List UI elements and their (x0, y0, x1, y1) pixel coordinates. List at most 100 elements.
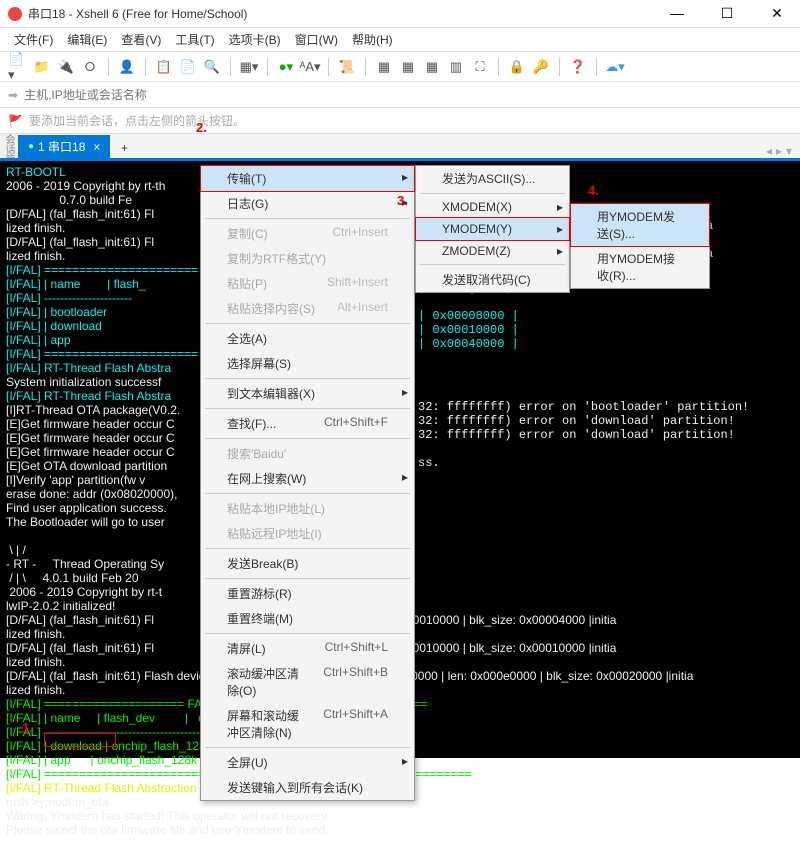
ctx-main-item[interactable]: 到文本编辑器(X)▸ (201, 381, 414, 406)
close-button[interactable]: ✕ (762, 5, 792, 22)
menu-item-label: 粘贴选择内容(S) (227, 300, 315, 317)
menu-item-label: 发送为ASCII(S)... (442, 170, 535, 187)
terminal-area[interactable]: RT-BOOTL2006 - 2019 Copyright by rt-th 0… (0, 158, 800, 758)
menu-item-label: YMODEM(Y) (442, 222, 512, 236)
ctx-main-item[interactable]: 屏幕和滚动缓冲区清除(N)Ctrl+Shift+A (201, 703, 414, 745)
ctx-main-item[interactable]: 在网上搜索(W)▸ (201, 466, 414, 491)
minimize-button[interactable]: — (662, 5, 692, 22)
terminal-line: 32: ffffffff) error on 'bootloader' part… (418, 400, 749, 414)
maximize-button[interactable]: ☐ (712, 5, 742, 22)
cloud-icon[interactable]: ☁▾ (605, 57, 625, 77)
context-menu-main: 传输(T)▸日志(G)▸ 复制(C)Ctrl+Insert 复制为RTF格式(Y) 粘… (200, 165, 415, 801)
profile-icon[interactable]: 👤 (117, 57, 137, 77)
ctx-main-item[interactable]: 重置游标(R) (201, 581, 414, 606)
ctx-main-item[interactable]: 日志(G)▸ (201, 191, 414, 216)
ctx-main-item[interactable]: 全选(A) (201, 326, 414, 351)
ctx-ymodem-item[interactable]: 用YMODEM发送(S)... (571, 204, 709, 246)
menu-shortcut: Alt+Insert (337, 300, 388, 317)
script-icon[interactable]: 📜 (337, 57, 357, 77)
toolbar: 📄▾ 📁 🔌 ⭘ 👤 📋 📄 🔍 ▦▾ ●▾ ᴬA▾ 📜 ▦ ▦ ▦ ▥ ⛶ 🔒… (0, 52, 800, 82)
ctx-main-item: 复制为RTF格式(Y) (201, 246, 414, 271)
menu-item[interactable]: 查看(V) (115, 29, 167, 50)
terminal-line: 32: ffffffff) error on 'download' partit… (418, 414, 735, 428)
lock-icon[interactable]: 🔒 (507, 57, 527, 77)
menu-item-label: 滚动缓冲区清除(O) (227, 665, 303, 699)
menu-item-label: 查找(F)... (227, 415, 276, 432)
menu-item[interactable]: 帮助(H) (346, 29, 399, 50)
key-icon[interactable]: 🔑 (531, 57, 551, 77)
addr-arrow-icon[interactable]: ➡ (8, 88, 18, 102)
terminal-line: 32: ffffffff) error on 'download' partit… (418, 428, 735, 442)
menubar: 文件(F)编辑(E)查看(V)工具(T)选项卡(B)窗口(W)帮助(H) (0, 28, 800, 52)
menu-item[interactable]: 工具(T) (169, 29, 220, 50)
tab-serial18[interactable]: ● 1 串口18 × (18, 135, 110, 158)
ctx-main-item: 粘贴远程IP地址(I) (201, 521, 414, 546)
menu-shortcut: Ctrl+Shift+B (323, 665, 388, 699)
menu-item[interactable]: 选项卡(B) (223, 29, 287, 50)
reconnect-icon[interactable]: 🔌 (56, 57, 76, 77)
tab-close-icon[interactable]: × (93, 140, 100, 154)
ctx-main-item[interactable]: 查找(F)... Ctrl+Shift+F (201, 411, 414, 436)
submenu-arrow-icon: ▸ (402, 170, 408, 184)
ctx-main-item[interactable]: 清屏(L)Ctrl+Shift+L (201, 636, 414, 661)
menu-item-label: 在网上搜索(W) (227, 470, 306, 487)
new-session-icon[interactable]: 📄▾ (8, 57, 28, 77)
menu-item[interactable]: 窗口(W) (289, 29, 344, 50)
ctx-main-item[interactable]: 传输(T)▸ (201, 166, 414, 191)
ctx-main-item: 复制(C)Ctrl+Insert (201, 221, 414, 246)
color-icon[interactable]: ●▾ (276, 57, 296, 77)
help-icon[interactable]: ❓ (568, 57, 588, 77)
menu-item-label: 复制(C) (227, 225, 268, 242)
menu-item-label: 复制为RTF格式(Y) (227, 250, 326, 267)
expand-icon[interactable]: ⛶ (470, 57, 490, 77)
menu-item-label: ZMODEM(Z) (442, 244, 511, 258)
sessions-icon[interactable]: ▦▾ (239, 57, 259, 77)
tab-next-icon[interactable]: ▸ (776, 144, 782, 158)
context-menu-transfer: 发送为ASCII(S)...XMODEM(X)▸YMODEM(Y)▸ZMODEM… (415, 165, 570, 293)
ctx-main-item: 搜索'Baidu' (201, 441, 414, 466)
ctx-main-item[interactable]: 发送Break(B) (201, 551, 414, 576)
menu-item-label: 清屏(L) (227, 640, 266, 657)
tab-bar: 会话管理器 ● 1 串口18 × + ◂ ▸ ▾ 2. (0, 134, 800, 158)
tab-add-button[interactable]: + (114, 138, 134, 158)
grid1-icon[interactable]: ▦ (374, 57, 394, 77)
font-icon[interactable]: ᴬA▾ (300, 57, 320, 77)
tab-status-dot-icon: ● (28, 141, 34, 152)
paste-icon[interactable]: 📄 (178, 57, 198, 77)
ctx-transfer-item[interactable]: XMODEM(X)▸ (416, 196, 569, 218)
menu-item[interactable]: 文件(F) (8, 29, 59, 50)
grid2-icon[interactable]: ▦ (398, 57, 418, 77)
ctx-transfer-item[interactable]: 发送取消代码(C) (416, 267, 569, 292)
menu-item-label: 到文本编辑器(X) (227, 385, 315, 402)
copy-icon[interactable]: 📋 (154, 57, 174, 77)
ctx-main-item[interactable]: 选择屏幕(S) (201, 351, 414, 376)
ctx-transfer-item[interactable]: 发送为ASCII(S)... (416, 166, 569, 191)
ctx-main-item[interactable]: 发送键输入到所有会话(K) (201, 775, 414, 800)
grid3-icon[interactable]: ▦ (422, 57, 442, 77)
menu-item-label: 全屏(U) (227, 754, 268, 771)
ctx-transfer-item[interactable]: YMODEM(Y)▸ (416, 218, 569, 240)
ctx-main-item[interactable]: 滚动缓冲区清除(O) Ctrl+Shift+B (201, 661, 414, 703)
terminal-line: | 0x00040000 | (418, 337, 519, 351)
ctx-main-item[interactable]: 重置终端(M) (201, 606, 414, 631)
disconnect-icon[interactable]: ⭘ (80, 57, 100, 77)
window-title: 串口18 - Xshell 6 (Free for Home/School) (28, 5, 662, 22)
menu-shortcut: Ctrl+Shift+F (324, 415, 388, 432)
flag-icon: 🚩 (8, 114, 23, 128)
ctx-ymodem-item[interactable]: 用YMODEM接收(R)... (571, 246, 709, 288)
terminal-line: ss. (418, 456, 440, 470)
open-icon[interactable]: 📁 (32, 57, 52, 77)
ctx-main-item: 粘贴本地IP地址(L) (201, 496, 414, 521)
ctx-transfer-item[interactable]: ZMODEM(Z)▸ (416, 240, 569, 262)
tile-icon[interactable]: ▥ (446, 57, 466, 77)
ctx-main-item[interactable]: 全屏(U)▸ (201, 750, 414, 775)
menu-item-label: 用YMODEM接收(R)... (597, 250, 683, 284)
address-input[interactable] (24, 88, 792, 102)
terminal-line: | 0x00010000 | (418, 323, 519, 337)
tab-menu-icon[interactable]: ▾ (786, 144, 792, 158)
terminal-line: | 0x00008000 | (418, 309, 519, 323)
menu-item-label: 重置终端(M) (227, 610, 293, 627)
menu-item[interactable]: 编辑(E) (61, 29, 113, 50)
search-icon[interactable]: 🔍 (202, 57, 222, 77)
tab-prev-icon[interactable]: ◂ (766, 144, 772, 158)
